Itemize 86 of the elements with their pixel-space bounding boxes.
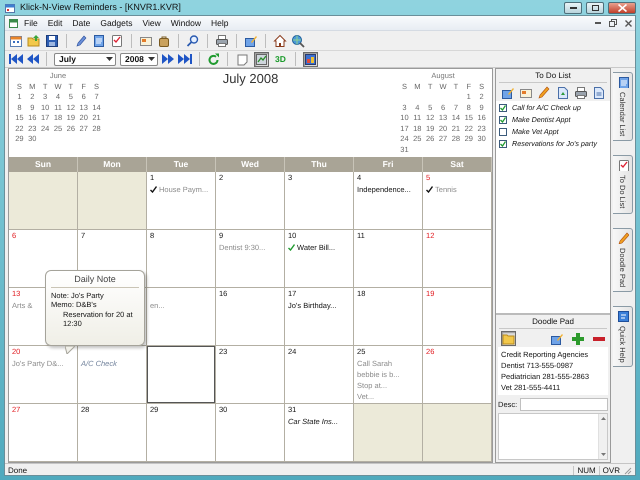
document-icon[interactable]	[592, 86, 605, 98]
3d-button[interactable]: 3D	[273, 54, 288, 64]
window-title: Klick-N-View Reminders - [KNVR1.KVR]	[20, 2, 181, 13]
panel-title: To Do List	[499, 69, 608, 83]
weekday-header: Sat	[423, 157, 492, 172]
page-icon	[236, 52, 249, 66]
new-calendar-icon[interactable]	[9, 34, 23, 48]
caret-icon	[106, 57, 113, 61]
pencil-icon	[616, 232, 629, 244]
month-value: July	[59, 54, 76, 64]
panel-title: Doodle Pad	[499, 315, 608, 329]
pencil-icon[interactable]	[537, 86, 550, 98]
print-icon[interactable]	[574, 86, 587, 98]
menu-item[interactable]: View	[137, 18, 166, 28]
status-indicator: NUM	[573, 466, 599, 476]
maximize-button[interactable]	[586, 2, 604, 14]
home-icon[interactable]	[273, 34, 287, 48]
view-toggle[interactable]	[254, 52, 269, 66]
search-icon[interactable]	[186, 34, 200, 48]
notepad-icon[interactable]	[92, 34, 106, 48]
year-dropdown[interactable]: 2008	[120, 52, 158, 66]
minimize-button[interactable]	[564, 2, 582, 14]
edit-card-icon[interactable]	[244, 34, 258, 48]
view-toggle[interactable]	[235, 52, 250, 66]
add-note-icon[interactable]	[501, 86, 514, 98]
layout-button[interactable]	[302, 52, 318, 66]
menu-item[interactable]: File	[19, 18, 43, 28]
close-icon[interactable]	[625, 20, 632, 26]
checkbox[interactable]	[499, 104, 508, 112]
checkbox[interactable]	[499, 128, 508, 136]
skip-back-icon[interactable]	[9, 53, 23, 65]
scrollbar[interactable]	[598, 414, 608, 459]
maximize-icon	[592, 4, 598, 10]
menu-item[interactable]: Edit	[42, 18, 68, 28]
month-title: July 2008	[222, 70, 278, 87]
notes-field[interactable]	[498, 413, 608, 460]
year-value: 2008	[125, 54, 144, 64]
menu-item[interactable]: Window	[166, 18, 206, 28]
day-cell[interactable]	[147, 346, 216, 404]
status-text: Done	[8, 466, 28, 476]
check-icon	[500, 141, 506, 147]
skip-forward-icon[interactable]	[178, 53, 192, 65]
folder-button[interactable]	[501, 330, 516, 346]
day-cell[interactable]	[9, 172, 78, 230]
weekday-header: Tue	[147, 157, 216, 172]
scroll-up-icon[interactable]	[600, 417, 606, 420]
color-grid-icon	[304, 52, 317, 66]
popup-title: Daily Note	[51, 274, 139, 288]
edit-icon[interactable]	[550, 332, 564, 344]
globe-search-icon[interactable]	[291, 34, 305, 48]
app-icon	[8, 18, 19, 28]
add-icon[interactable]	[571, 332, 584, 344]
menu-item[interactable]: Gadgets	[95, 18, 138, 28]
bag-icon[interactable]	[157, 34, 171, 48]
scroll-down-icon[interactable]	[600, 453, 606, 456]
print-icon[interactable]	[215, 34, 229, 48]
caret-icon	[148, 57, 155, 61]
checklist-icon[interactable]	[110, 34, 124, 48]
fast-forward-icon[interactable]	[162, 53, 174, 65]
rewind-icon[interactable]	[27, 53, 39, 65]
checkbox[interactable]	[499, 116, 508, 124]
restore-icon[interactable]	[609, 19, 617, 27]
menu-item[interactable]: Date	[67, 18, 96, 28]
app-icon	[4, 2, 16, 14]
day-cell[interactable]	[354, 404, 424, 462]
checkbox[interactable]	[499, 140, 508, 148]
checklist-icon	[616, 159, 629, 172]
folder-icon	[502, 332, 516, 344]
resize-grip-icon[interactable]	[623, 466, 632, 475]
weekday-header: Fri	[354, 157, 424, 172]
save-icon[interactable]	[45, 34, 59, 48]
desc-field[interactable]	[520, 398, 608, 410]
document-icon[interactable]	[556, 86, 569, 98]
minimize-icon	[570, 6, 576, 8]
menu-item[interactable]: Help	[206, 18, 234, 28]
day-cell[interactable]	[423, 404, 492, 462]
weekday-header: Thu	[285, 157, 354, 172]
refresh-icon[interactable]	[207, 52, 220, 66]
close-icon	[618, 4, 626, 12]
status-indicator: OVR	[598, 466, 623, 476]
month-dropdown[interactable]: July	[54, 52, 116, 66]
day-cell[interactable]	[78, 172, 147, 230]
close-button[interactable]	[608, 2, 636, 14]
pen-icon[interactable]	[74, 34, 88, 48]
chart-icon	[255, 52, 268, 66]
weekday-header: Wed	[216, 157, 286, 172]
